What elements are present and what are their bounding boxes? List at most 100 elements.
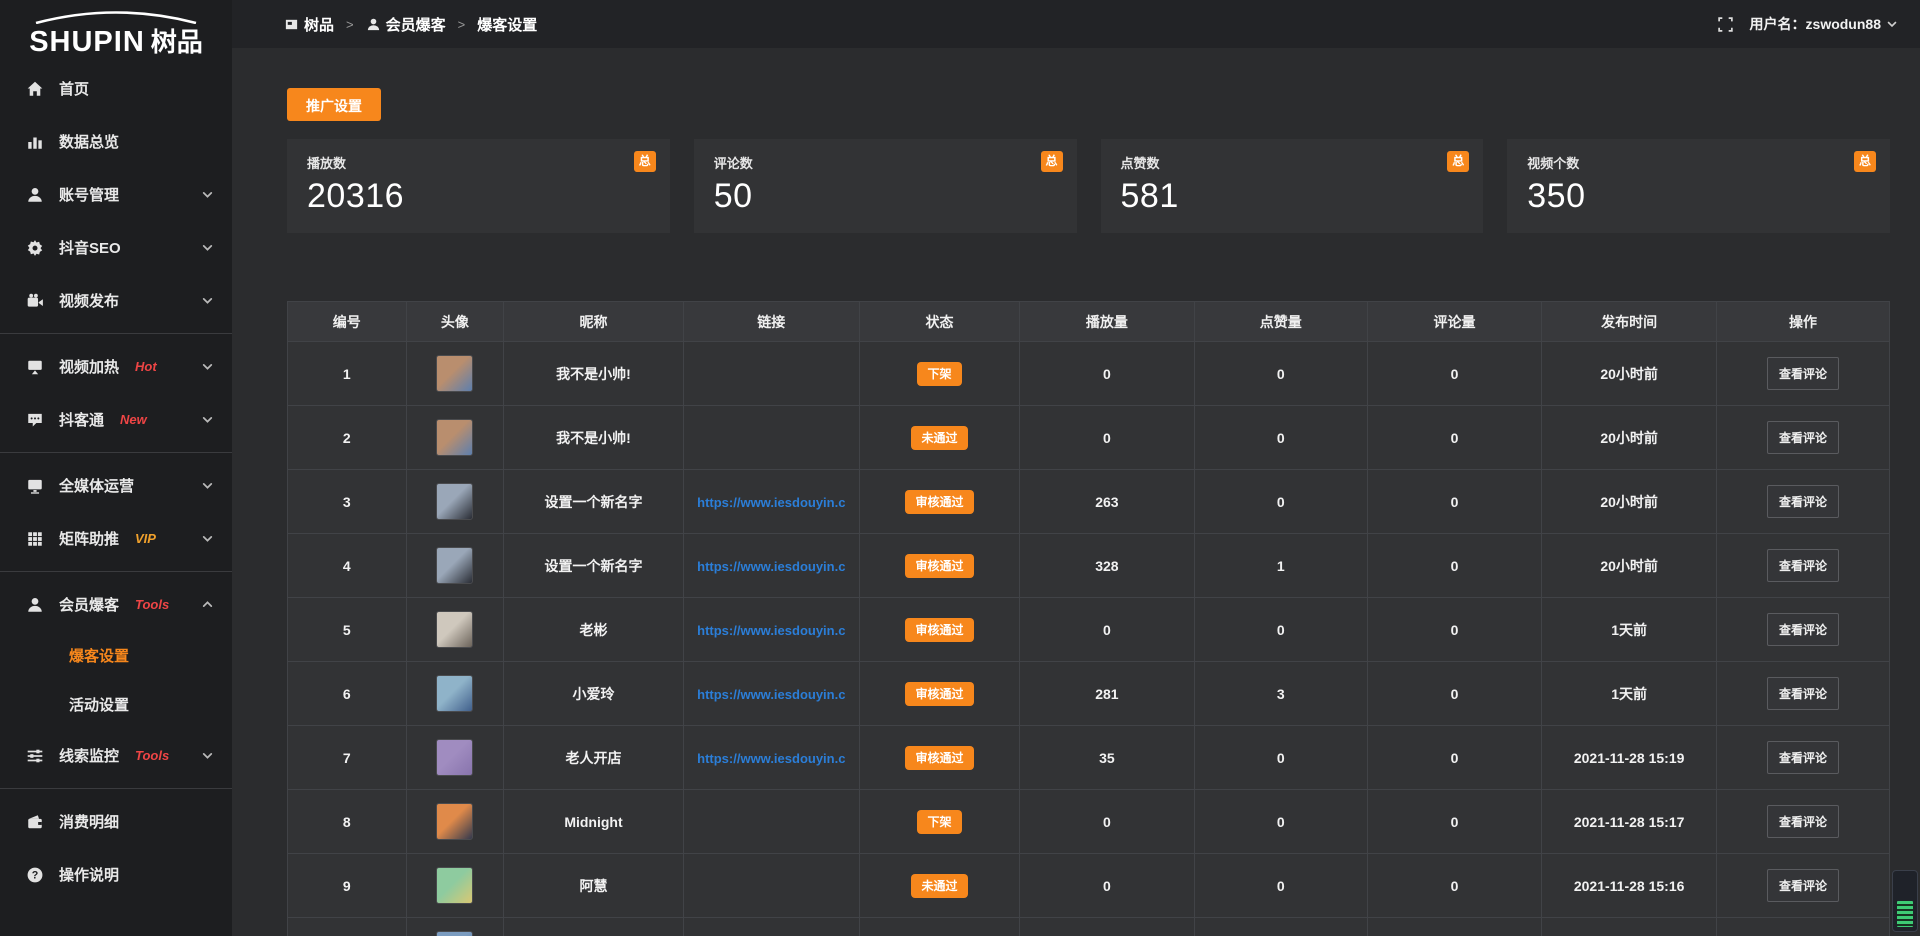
cell-status: 未通过 xyxy=(859,406,1019,470)
sidebar-item-label: 操作说明 xyxy=(59,864,119,885)
cell-nickname: 老彬 xyxy=(504,598,683,662)
column-header: 昵称 xyxy=(504,302,683,342)
video-icon xyxy=(26,292,44,310)
sidebar-item-video-heat[interactable]: 视频加热Hot xyxy=(0,340,232,393)
video-link[interactable]: https://www.iesdouyin.c xyxy=(697,687,845,702)
svg-text:?: ? xyxy=(32,869,39,881)
video-link[interactable]: https://www.iesdouyin.c xyxy=(697,751,845,766)
cell-link xyxy=(683,790,859,854)
chevron-down-icon xyxy=(201,479,214,492)
sidebar-item-omni-media[interactable]: 全媒体运营 xyxy=(0,459,232,512)
view-comments-button[interactable]: 查看评论 xyxy=(1767,613,1839,646)
video-link[interactable]: https://www.iesdouyin.c xyxy=(697,495,845,510)
view-comments-button[interactable]: 查看评论 xyxy=(1767,485,1839,518)
stat-card: 视频个数总350 xyxy=(1507,139,1890,233)
green-stripes-icon xyxy=(1897,901,1913,927)
sidebar-item-clue-monitor[interactable]: 线索监控Tools xyxy=(0,729,232,782)
table-row: 9阿慧未通过0002021-11-28 15:16查看评论 xyxy=(288,854,1890,918)
user-menu[interactable]: 用户名：zswodun88 xyxy=(1750,14,1898,34)
cell-status: 审核通过 xyxy=(859,662,1019,726)
cell-plays: 0 xyxy=(1020,406,1195,470)
cell-action: 查看评论 xyxy=(1716,534,1889,598)
sidebar-item-account-manage[interactable]: 账号管理 xyxy=(0,168,232,221)
breadcrumb-separator: > xyxy=(458,17,466,32)
chevron-down-icon xyxy=(201,749,214,762)
sidebar-item-member-baoke[interactable]: 会员爆客Tools xyxy=(0,578,232,631)
cell-link: https://www.iesdouyin.c xyxy=(683,662,859,726)
sidebar-item-matrix-boost[interactable]: 矩阵助推VIP xyxy=(0,512,232,565)
cell-link: https://www.iesdouyin.c xyxy=(683,598,859,662)
chevron-down-icon xyxy=(201,294,214,307)
avatar xyxy=(436,931,473,936)
divider xyxy=(0,452,232,453)
topbar: 树品>会员爆客>爆客设置 用户名：zswodun88 xyxy=(232,0,1920,48)
video-link[interactable]: https://www.iesdouyin.c xyxy=(697,559,845,574)
sidebar-item-label: 抖客通 xyxy=(59,409,104,430)
cell-time: 1天前 xyxy=(1542,662,1717,726)
sidebar-item-data-overview[interactable]: 数据总览 xyxy=(0,115,232,168)
sidebar-item-consume-detail[interactable]: 消费明细 xyxy=(0,795,232,848)
cell-action: 查看评论 xyxy=(1716,726,1889,790)
chat-icon xyxy=(26,411,44,429)
sidebar-item-tag: Hot xyxy=(135,359,157,374)
member-icon xyxy=(26,596,44,614)
cell-comments: 0 xyxy=(1367,342,1542,406)
video-link[interactable]: https://www.iesdouyin.c xyxy=(697,623,845,638)
total-badge: 总 xyxy=(1854,151,1876,172)
view-comments-button[interactable]: 查看评论 xyxy=(1767,357,1839,390)
sidebar-item-label: 全媒体运营 xyxy=(59,475,134,496)
cell-likes: 0 xyxy=(1194,726,1367,790)
cell-status: 下架 xyxy=(859,790,1019,854)
view-comments-button[interactable]: 查看评论 xyxy=(1767,549,1839,582)
stat-card: 播放数总20316 xyxy=(287,139,670,233)
cell-comments: 0 xyxy=(1367,854,1542,918)
sidebar-item-tag: VIP xyxy=(135,531,156,546)
cell-action: 查看评论 xyxy=(1716,662,1889,726)
stat-value: 350 xyxy=(1527,177,1872,216)
app-icon xyxy=(284,17,299,32)
cell-link: https://www.iesdouyin.c xyxy=(683,534,859,598)
floating-widget[interactable] xyxy=(1892,870,1918,932)
sidebar-item-douketong[interactable]: 抖客通New xyxy=(0,393,232,446)
cell-likes: 0 xyxy=(1194,598,1367,662)
promo-settings-button[interactable]: 推广设置 xyxy=(287,88,381,121)
breadcrumb-item-shupin[interactable]: 树品 xyxy=(284,14,334,35)
cell-avatar xyxy=(406,854,504,918)
cell-id: 9 xyxy=(288,854,407,918)
view-comments-button[interactable]: 查看评论 xyxy=(1767,869,1839,902)
user-icon xyxy=(26,186,44,204)
chevron-down-icon xyxy=(201,241,214,254)
avatar xyxy=(436,419,473,456)
cell-action: 查看评论 xyxy=(1716,598,1889,662)
sidebar-subitem-activity-settings[interactable]: 活动设置 xyxy=(0,680,232,729)
column-header: 发布时间 xyxy=(1542,302,1717,342)
cell-avatar xyxy=(406,406,504,470)
cell-id: 7 xyxy=(288,726,407,790)
cell-likes: 3 xyxy=(1194,662,1367,726)
sidebar-subitem-baoke-settings[interactable]: 爆客设置 xyxy=(0,631,232,680)
breadcrumb-item-member-baoke[interactable]: 会员爆客 xyxy=(366,14,446,35)
table-row: 3设置一个新名字https://www.iesdouyin.c审核通过26300… xyxy=(288,470,1890,534)
cell-status: 审核通过 xyxy=(859,534,1019,598)
view-comments-button[interactable]: 查看评论 xyxy=(1767,421,1839,454)
cell-plays: 0 xyxy=(1020,854,1195,918)
cell-plays: 0 xyxy=(1020,790,1195,854)
cell-nickname: 设置一个新名字 xyxy=(504,470,683,534)
view-comments-button[interactable]: 查看评论 xyxy=(1767,805,1839,838)
cell-plays: 0 xyxy=(1020,598,1195,662)
sidebar-item-home[interactable]: 首页 xyxy=(0,62,232,115)
chevron-down-icon xyxy=(201,413,214,426)
cell-action: 查看评论 xyxy=(1716,790,1889,854)
sidebar-item-operation-guide[interactable]: ? 操作说明 xyxy=(0,848,232,901)
cell-id: 2 xyxy=(288,406,407,470)
fullscreen-icon[interactable] xyxy=(1717,16,1734,33)
stat-label: 播放数 xyxy=(307,153,652,172)
view-comments-button[interactable]: 查看评论 xyxy=(1767,741,1839,774)
sidebar-item-douyin-seo[interactable]: 抖音SEO xyxy=(0,221,232,274)
view-comments-button[interactable]: 查看评论 xyxy=(1767,677,1839,710)
column-header: 评论量 xyxy=(1367,302,1542,342)
user-icon xyxy=(366,17,381,32)
breadcrumb-item-baoke-settings[interactable]: 爆客设置 xyxy=(477,14,537,35)
sidebar-item-tag: Tools xyxy=(135,748,169,763)
sidebar-item-video-publish[interactable]: 视频发布 xyxy=(0,274,232,327)
